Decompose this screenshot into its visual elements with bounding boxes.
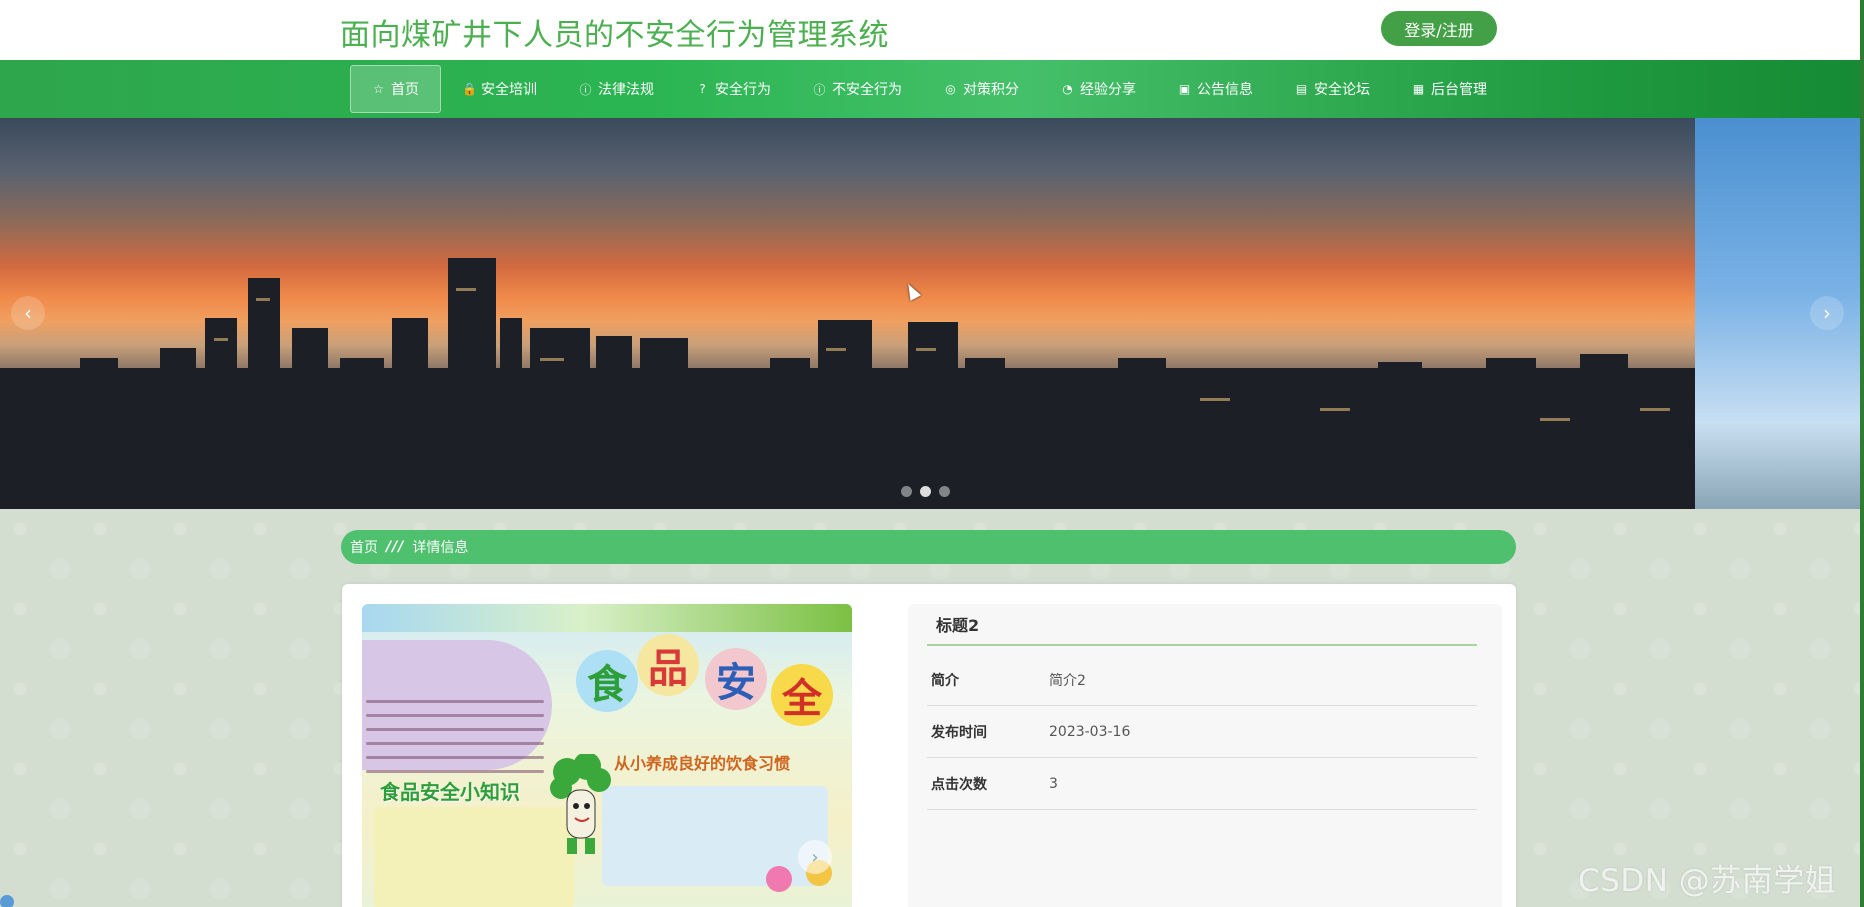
banner-dot-3[interactable] xyxy=(939,486,950,497)
poster-balloon-icon xyxy=(766,866,792,892)
nav-item-countermeasure-points[interactable]: ◎ 对策积分 xyxy=(923,65,1040,113)
nav-item-label: 首页 xyxy=(391,82,419,98)
banner-dot-1[interactable] xyxy=(901,486,912,497)
poster-text-box-left xyxy=(374,807,574,907)
poster-char-badge: 全 xyxy=(771,664,833,726)
poster-subtitle: 从小养成良好的饮食习惯 xyxy=(614,754,791,773)
nav-item-admin[interactable]: ▦ 后台管理 xyxy=(1391,65,1508,113)
nav-item-home[interactable]: ☆ 首页 xyxy=(350,65,441,113)
nav-item-safe-behavior[interactable]: ? 安全行为 xyxy=(675,65,792,113)
nav-item-label: 对策积分 xyxy=(963,82,1019,98)
poster-knowledge-title: 食品安全小知识 xyxy=(380,780,520,804)
page-scrollbar[interactable] xyxy=(1860,0,1864,907)
banner-next-arrow[interactable]: › xyxy=(1810,296,1844,330)
poster-char-badge: 食 xyxy=(576,650,638,712)
banner-prev-arrow[interactable]: ‹ xyxy=(11,296,45,330)
truck-icon: ▤ xyxy=(1295,82,1308,96)
question-icon: ? xyxy=(699,82,706,96)
nav-item-announcements[interactable]: ▣ 公告信息 xyxy=(1157,65,1274,113)
nav-item-label: 安全论坛 xyxy=(1314,82,1370,98)
detail-row-click-count: 点击次数 3 xyxy=(927,758,1477,810)
breadcrumb-separator: /// xyxy=(386,539,405,555)
clipboard-icon: ▦ xyxy=(1412,82,1425,96)
poster-text-box-right xyxy=(602,786,828,886)
corner-badge-icon xyxy=(0,895,14,907)
detail-row-publish-time: 发布时间 2023-03-16 xyxy=(927,706,1477,758)
image-next-arrow[interactable]: › xyxy=(798,840,832,874)
target-icon: ◎ xyxy=(945,82,956,96)
banner-carousel xyxy=(0,118,1860,509)
lock-icon: 🔒 xyxy=(462,82,477,96)
detail-title: 标题2 xyxy=(927,604,1477,646)
banner-pagination xyxy=(901,486,950,497)
nav-item-laws[interactable]: ⓘ 法律法规 xyxy=(558,65,675,113)
poster-char-badge: 安 xyxy=(705,648,767,710)
nav-items: ☆ 首页 🔒 安全培训 ⓘ 法律法规 ? 安全行为 ⓘ 不安全行为 ◎ 对策积分… xyxy=(350,65,1508,113)
detail-row-value: 2023-03-16 xyxy=(1049,723,1131,740)
detail-row-label: 简介 xyxy=(931,672,959,689)
poster-text-cloud xyxy=(362,640,552,773)
nav-item-experience-sharing[interactable]: ◔ 经验分享 xyxy=(1040,65,1157,113)
top-bar: 面向煤矿井下人员的不安全行为管理系统 登录/注册 xyxy=(0,0,1864,60)
banner-slide-city-sunset xyxy=(0,118,1695,509)
breadcrumb: 首页 /// 详情信息 xyxy=(341,530,1516,564)
detail-image: 食 品 安 全 从小养成良好的饮食习惯 食品安全小知识 › xyxy=(362,604,852,907)
nav-item-safety-forum[interactable]: ▤ 安全论坛 xyxy=(1274,65,1391,113)
poster-top-band xyxy=(362,604,852,632)
nav-item-label: 不安全行为 xyxy=(832,82,902,98)
nav-item-label: 后台管理 xyxy=(1431,82,1487,98)
csdn-watermark: CSDN @苏南学姐 xyxy=(1578,863,1837,899)
camera-icon: ▣ xyxy=(1178,82,1191,96)
compass-icon: ◔ xyxy=(1062,82,1073,96)
main-nav: ☆ 首页 🔒 安全培训 ⓘ 法律法规 ? 安全行为 ⓘ 不安全行为 ◎ 对策积分… xyxy=(0,60,1860,118)
breadcrumb-home[interactable]: 首页 xyxy=(350,537,378,557)
detail-row-intro: 简介 简介2 xyxy=(927,654,1477,706)
detail-row-label: 点击次数 xyxy=(931,776,987,793)
nav-item-label: 公告信息 xyxy=(1197,82,1253,98)
login-register-button[interactable]: 登录/注册 xyxy=(1381,11,1497,46)
breadcrumb-current: 详情信息 xyxy=(412,540,469,556)
city-skyline-image xyxy=(0,258,1695,509)
info-icon: ⓘ xyxy=(813,82,826,97)
nav-item-safety-training[interactable]: 🔒 安全培训 xyxy=(441,65,558,113)
detail-row-value: 简介2 xyxy=(1049,672,1086,689)
info-icon: ⓘ xyxy=(579,82,592,97)
poster-char-badge: 品 xyxy=(637,634,699,696)
broccoli-mascot-icon xyxy=(550,754,611,854)
nav-item-label: 经验分享 xyxy=(1080,82,1136,98)
detail-row-value: 3 xyxy=(1049,775,1058,792)
nav-item-label: 法律法规 xyxy=(598,82,654,98)
detail-row-label: 发布时间 xyxy=(931,724,987,741)
nav-item-unsafe-behavior[interactable]: ⓘ 不安全行为 xyxy=(792,65,923,113)
nav-item-label: 安全培训 xyxy=(481,82,537,98)
nav-item-label: 安全行为 xyxy=(715,82,771,98)
site-title: 面向煤矿井下人员的不安全行为管理系统 xyxy=(340,18,889,53)
star-icon: ☆ xyxy=(373,82,384,96)
banner-dot-2[interactable] xyxy=(920,486,931,497)
